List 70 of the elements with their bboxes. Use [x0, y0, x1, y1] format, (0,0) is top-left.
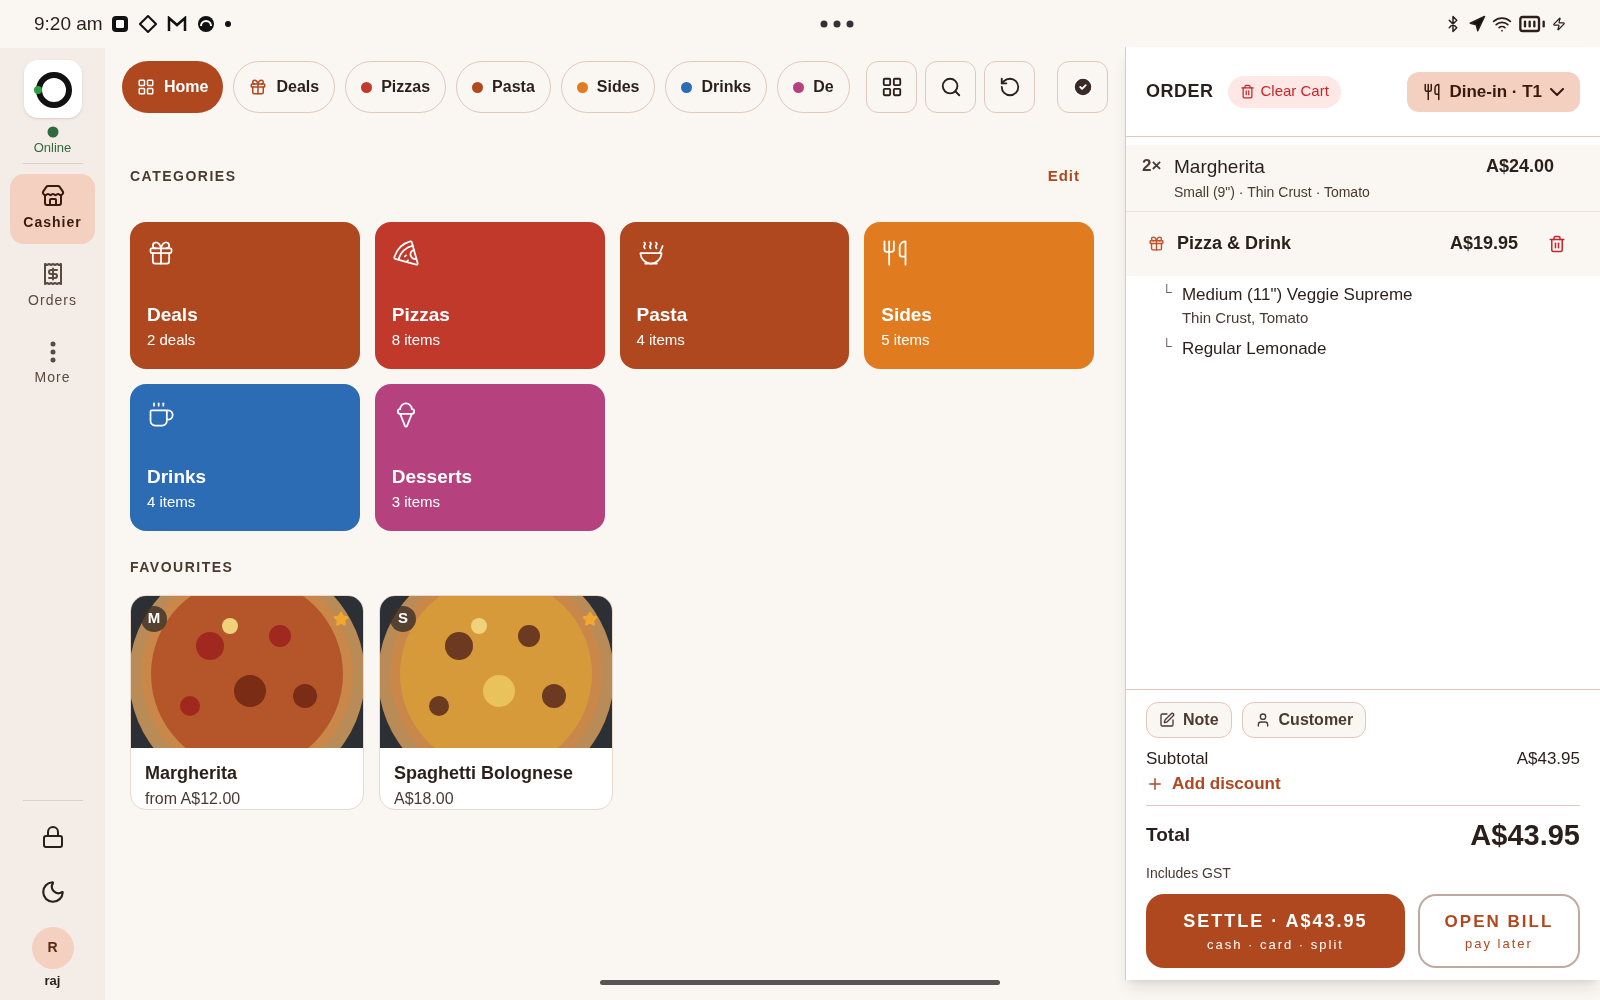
chevron-down-icon [1550, 87, 1564, 96]
tree-mark: └ [1162, 336, 1172, 356]
order-title: ORDER [1146, 80, 1214, 103]
app-logo [23, 60, 82, 118]
undo-button[interactable] [984, 61, 1036, 113]
lock-icon [40, 824, 65, 849]
fork-knife-icon [1423, 82, 1442, 101]
category-tile[interactable]: Drinks 4 items [130, 383, 360, 531]
deal-component-detail: Thin Crust, Tomato [1181, 308, 1310, 328]
moon-icon [39, 878, 66, 905]
gauge-icon [196, 15, 215, 33]
search-button[interactable] [925, 61, 977, 113]
location-icon [1468, 15, 1486, 33]
check-icon [1071, 76, 1094, 98]
dine-in-dropdown[interactable]: Dine-in · T1 [1407, 71, 1580, 112]
online-dot [46, 126, 59, 138]
more-icon [49, 341, 56, 363]
order-action-button[interactable]: Note [1146, 701, 1232, 738]
rail-item[interactable]: Orders [10, 251, 95, 322]
star-icon [333, 610, 349, 627]
pizza-icon [391, 238, 420, 267]
mail-icon [166, 16, 187, 32]
charging-icon [1552, 17, 1566, 31]
star-icon [582, 610, 598, 627]
check-button[interactable] [1057, 61, 1108, 113]
order-action-button[interactable]: Customer [1241, 701, 1367, 738]
total-label: Total [1146, 823, 1190, 847]
edit-link[interactable]: Edit [1047, 165, 1100, 188]
subtotal-value: A$43.95 [1516, 747, 1580, 770]
grid-icon [137, 78, 155, 96]
diamond-icon [138, 15, 157, 33]
clear-cart-button[interactable]: Clear Cart [1227, 75, 1341, 108]
edit-icon [1159, 711, 1175, 728]
category-tile[interactable]: Desserts 3 items [374, 383, 605, 531]
gift-icon [1148, 235, 1165, 252]
grid-icon [880, 76, 903, 98]
section-title: FAVOURITES [130, 558, 234, 575]
tax-note: Includes GST [1146, 864, 1232, 883]
settle-button[interactable]: SETTLE · A$43.95 cash · card · split [1146, 894, 1405, 968]
online-status: Online [33, 139, 72, 157]
add-discount-link[interactable]: Add discount [1146, 771, 1580, 797]
grid-view-button[interactable] [866, 61, 918, 113]
favourite-card[interactable]: M Margherita from A$12.00 [130, 594, 364, 810]
open-bill-button[interactable]: OPEN BILL pay later [1417, 894, 1580, 968]
total-value: A$43.95 [1470, 817, 1580, 853]
deal-component: Medium (11") Veggie Supreme [1181, 283, 1413, 306]
user-name: raj [44, 971, 61, 990]
more-icon [820, 20, 855, 28]
delete-icon[interactable] [1548, 234, 1566, 253]
wifi-icon [1492, 14, 1512, 34]
rail-item[interactable]: Cashier [10, 173, 95, 244]
search-icon [939, 76, 962, 98]
category-tile[interactable]: Pasta 4 items [619, 221, 850, 369]
category-chip[interactable]: Home [122, 61, 224, 113]
app-icon [110, 15, 129, 33]
status-time: 9:20 am [34, 11, 103, 36]
undo-icon [998, 76, 1021, 98]
dot-icon [224, 21, 231, 27]
category-tile[interactable]: Deals 2 deals [130, 221, 360, 369]
subtotal-label: Subtotal [1146, 747, 1209, 770]
tree-mark: └ [1162, 282, 1172, 302]
cup-icon [147, 400, 175, 429]
rail-item[interactable]: More [10, 329, 95, 400]
favourite-card[interactable]: S Spaghetti Bolognese A$18.00 [379, 594, 613, 810]
trash-icon [1239, 84, 1255, 99]
section-title: CATEGORIES [130, 166, 237, 186]
user-avatar[interactable]: R [31, 926, 74, 969]
gift-icon [249, 78, 268, 96]
category-tile[interactable]: Pizzas 8 items [374, 221, 605, 369]
deal-component: Regular Lemonade [1181, 337, 1327, 360]
